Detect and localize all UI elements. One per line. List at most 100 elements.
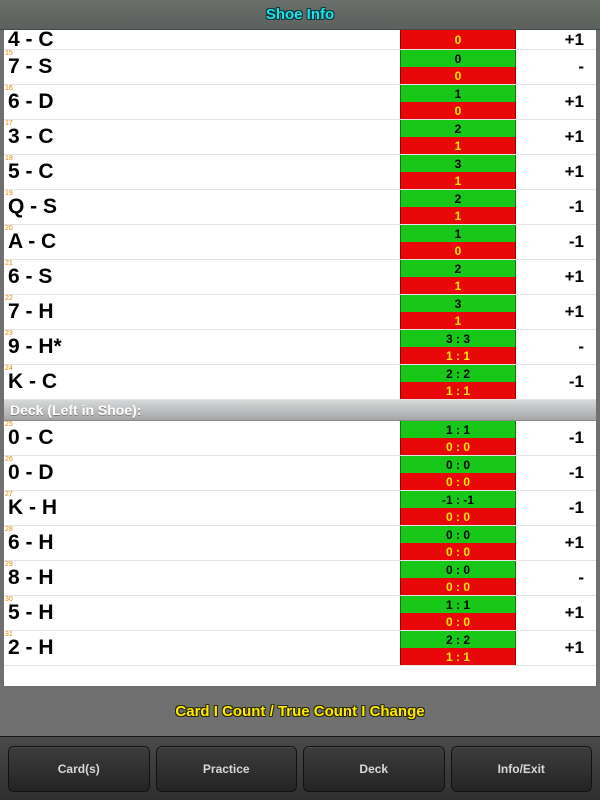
table-row[interactable]: 286 - H0 : 00 : 0+1 — [4, 526, 596, 561]
true-count: 0 — [400, 102, 516, 119]
tab-info[interactable]: Info/Exit — [451, 746, 593, 792]
count-pill: 21 — [400, 120, 516, 154]
true-count: 0 : 0 — [400, 438, 516, 455]
running-count: 1 — [400, 85, 516, 102]
table-row[interactable]: 173 - C21+1 — [4, 120, 596, 155]
running-count: 1 : 1 — [400, 596, 516, 613]
row-index: 21 — [5, 260, 13, 267]
change-value: +1 — [516, 30, 596, 49]
count-pill: -1 : -10 : 0 — [400, 491, 516, 525]
running-count: 0 : 0 — [400, 526, 516, 543]
section-header-deck: Deck (Left in Shoe): — [4, 400, 596, 421]
change-value: -1 — [516, 491, 596, 525]
app-header: Shoe Info — [0, 0, 600, 30]
card-label: K - H — [4, 491, 400, 525]
card-label: 0 - C — [4, 421, 400, 455]
card-label: 0 - D — [4, 456, 400, 490]
tab-deck[interactable]: Deck — [303, 746, 445, 792]
row-index: 25 — [5, 421, 13, 428]
change-value: +1 — [516, 526, 596, 560]
tab-label: Deck — [359, 762, 388, 776]
count-pill: 1 : 10 : 0 — [400, 421, 516, 455]
true-count: 1 : 1 — [400, 382, 516, 399]
change-value: +1 — [516, 260, 596, 294]
row-index: 29 — [5, 561, 13, 568]
tab-cards[interactable]: Card(s) — [8, 746, 150, 792]
tab-practice[interactable]: Practice — [156, 746, 298, 792]
card-label: A - C — [4, 225, 400, 259]
card-label: K - C — [4, 365, 400, 399]
count-pill: 10 — [400, 225, 516, 259]
count-pill: 3 : 31 : 1 — [400, 330, 516, 364]
count-pill: 10 — [400, 85, 516, 119]
true-count: 0 — [400, 242, 516, 259]
table-row[interactable]: 19Q - S21-1 — [4, 190, 596, 225]
row-index: 19 — [5, 190, 13, 197]
row-index: 22 — [5, 295, 13, 302]
table-row[interactable]: 216 - S21+1 — [4, 260, 596, 295]
count-pill: 0 : 00 : 0 — [400, 456, 516, 490]
row-index: 28 — [5, 526, 13, 533]
tab-label: Info/Exit — [498, 762, 545, 776]
count-pill: 21 — [400, 260, 516, 294]
change-value: - — [516, 50, 596, 84]
true-count: 1 — [400, 137, 516, 154]
table-row[interactable]: 166 - D10+1 — [4, 85, 596, 120]
row-index: 24 — [5, 365, 13, 372]
card-label: 5 - C — [4, 155, 400, 189]
card-label: 8 - H — [4, 561, 400, 595]
count-pill: 1 : 10 : 0 — [400, 596, 516, 630]
table-row[interactable]: 157 - S00- — [4, 50, 596, 85]
change-value: +1 — [516, 120, 596, 154]
table-row[interactable]: 239 - H*3 : 31 : 1- — [4, 330, 596, 365]
card-label: 9 - H* — [4, 330, 400, 364]
legend-bar: Card I Count / True Count I Change — [0, 686, 600, 736]
true-count: 0 — [400, 30, 516, 49]
table-row[interactable]: 305 - H1 : 10 : 0+1 — [4, 596, 596, 631]
change-value: +1 — [516, 295, 596, 329]
table-row[interactable]: 4 - C0+1 — [4, 30, 596, 50]
card-label: 4 - C — [4, 30, 400, 49]
true-count: 0 : 0 — [400, 473, 516, 490]
scroll-content[interactable]: 4 - C0+1157 - S00-166 - D10+1173 - C21+1… — [0, 30, 600, 686]
true-count: 1 — [400, 277, 516, 294]
table-row[interactable]: 260 - D0 : 00 : 0-1 — [4, 456, 596, 491]
table-row[interactable]: 227 - H31+1 — [4, 295, 596, 330]
change-value: +1 — [516, 85, 596, 119]
card-label: 7 - H — [4, 295, 400, 329]
table-row[interactable]: 312 - H2 : 21 : 1+1 — [4, 631, 596, 666]
true-count: 0 : 0 — [400, 613, 516, 630]
count-pill: 0 — [400, 30, 516, 49]
card-label: 2 - H — [4, 631, 400, 665]
running-count: 1 — [400, 225, 516, 242]
table-row[interactable]: 298 - H0 : 00 : 0- — [4, 561, 596, 596]
count-pill: 2 : 21 : 1 — [400, 631, 516, 665]
true-count: 1 : 1 — [400, 347, 516, 364]
change-value: -1 — [516, 456, 596, 490]
table-row[interactable]: 20A - C10-1 — [4, 225, 596, 260]
change-value: - — [516, 330, 596, 364]
count-pill: 21 — [400, 190, 516, 224]
table-row[interactable]: 27K - H-1 : -10 : 0-1 — [4, 491, 596, 526]
change-value: -1 — [516, 190, 596, 224]
card-label: 7 - S — [4, 50, 400, 84]
running-count: 0 : 0 — [400, 456, 516, 473]
row-index: 18 — [5, 155, 13, 162]
change-value: -1 — [516, 421, 596, 455]
header-title: Shoe Info — [266, 6, 334, 23]
row-index: 20 — [5, 225, 13, 232]
tab-bar: Card(s) Practice Deck Info/Exit — [0, 736, 600, 800]
true-count: 0 : 0 — [400, 543, 516, 560]
tab-label: Card(s) — [58, 762, 100, 776]
count-pill: 31 — [400, 155, 516, 189]
card-label: 5 - H — [4, 596, 400, 630]
running-count: 2 — [400, 120, 516, 137]
row-index: 16 — [5, 85, 13, 92]
row-index: 15 — [5, 50, 13, 57]
table-row[interactable]: 250 - C1 : 10 : 0-1 — [4, 421, 596, 456]
table-row[interactable]: 185 - C31+1 — [4, 155, 596, 190]
true-count: 1 — [400, 207, 516, 224]
running-count: 3 — [400, 155, 516, 172]
true-count: 1 — [400, 312, 516, 329]
table-row[interactable]: 24K - C2 : 21 : 1-1 — [4, 365, 596, 400]
